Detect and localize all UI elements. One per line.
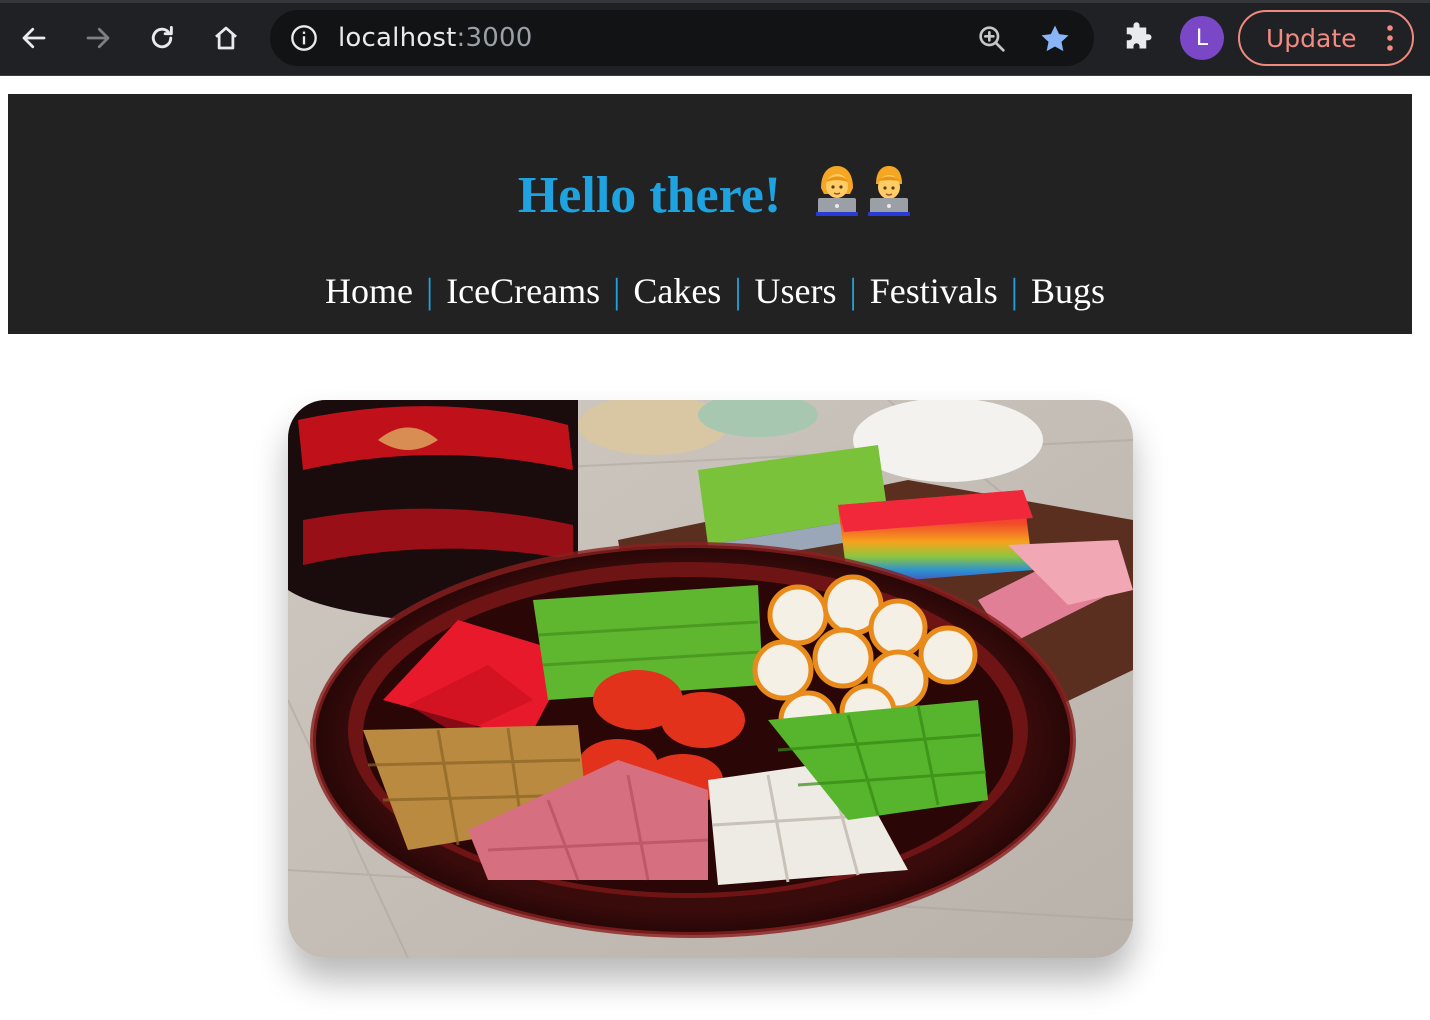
nav-separator: | [849, 271, 857, 311]
more-vert-icon [1387, 25, 1393, 51]
arrow-left-icon [22, 27, 46, 49]
profile-avatar[interactable]: L [1180, 16, 1224, 60]
address-bar[interactable]: localhost:3000 [270, 10, 1094, 66]
main-nav: Home | IceCreams | Cakes | Users | Festivals | Bug… [0, 270, 1430, 312]
arrow-right-icon [86, 27, 110, 49]
url-text[interactable]: localhost:3000 [338, 23, 532, 53]
page-title-text: Hello there! [517, 167, 782, 224]
kuih-platter-illustration [288, 400, 1133, 958]
update-button[interactable]: Update [1238, 10, 1414, 66]
page-title: Hello there! [0, 162, 1430, 225]
nav-separator: | [734, 271, 742, 311]
browser-toolbar: localhost:3000 L Update [0, 0, 1430, 76]
technologist-emojis [814, 162, 912, 216]
back-button[interactable] [12, 14, 56, 62]
update-label: Update [1266, 23, 1357, 53]
url-host: localhost [338, 23, 457, 53]
tab-strip-edge [0, 0, 1430, 3]
nav-users[interactable]: Users [755, 271, 837, 311]
extensions-puzzle-icon[interactable] [1120, 20, 1156, 56]
nav-bugs[interactable]: Bugs [1031, 271, 1105, 311]
forward-button[interactable] [76, 14, 120, 62]
bookmark-star-icon[interactable] [1038, 22, 1072, 56]
woman-technologist-icon [816, 166, 859, 216]
zoom-icon[interactable] [976, 23, 1008, 55]
hero-image [288, 400, 1133, 958]
man-technologist-icon [868, 166, 911, 216]
reload-icon [151, 25, 173, 49]
url-port: :3000 [456, 23, 533, 53]
reload-button[interactable] [140, 14, 184, 62]
home-button[interactable] [204, 14, 248, 62]
nav-icecreams[interactable]: IceCreams [446, 271, 600, 311]
nav-festivals[interactable]: Festivals [870, 271, 998, 311]
nav-cakes[interactable]: Cakes [633, 271, 721, 311]
nav-separator: | [1010, 271, 1018, 311]
site-info-icon[interactable] [290, 24, 318, 52]
nav-separator: | [613, 271, 621, 311]
nav-home[interactable]: Home [325, 271, 413, 311]
home-icon [215, 26, 237, 50]
nav-separator: | [425, 271, 434, 311]
